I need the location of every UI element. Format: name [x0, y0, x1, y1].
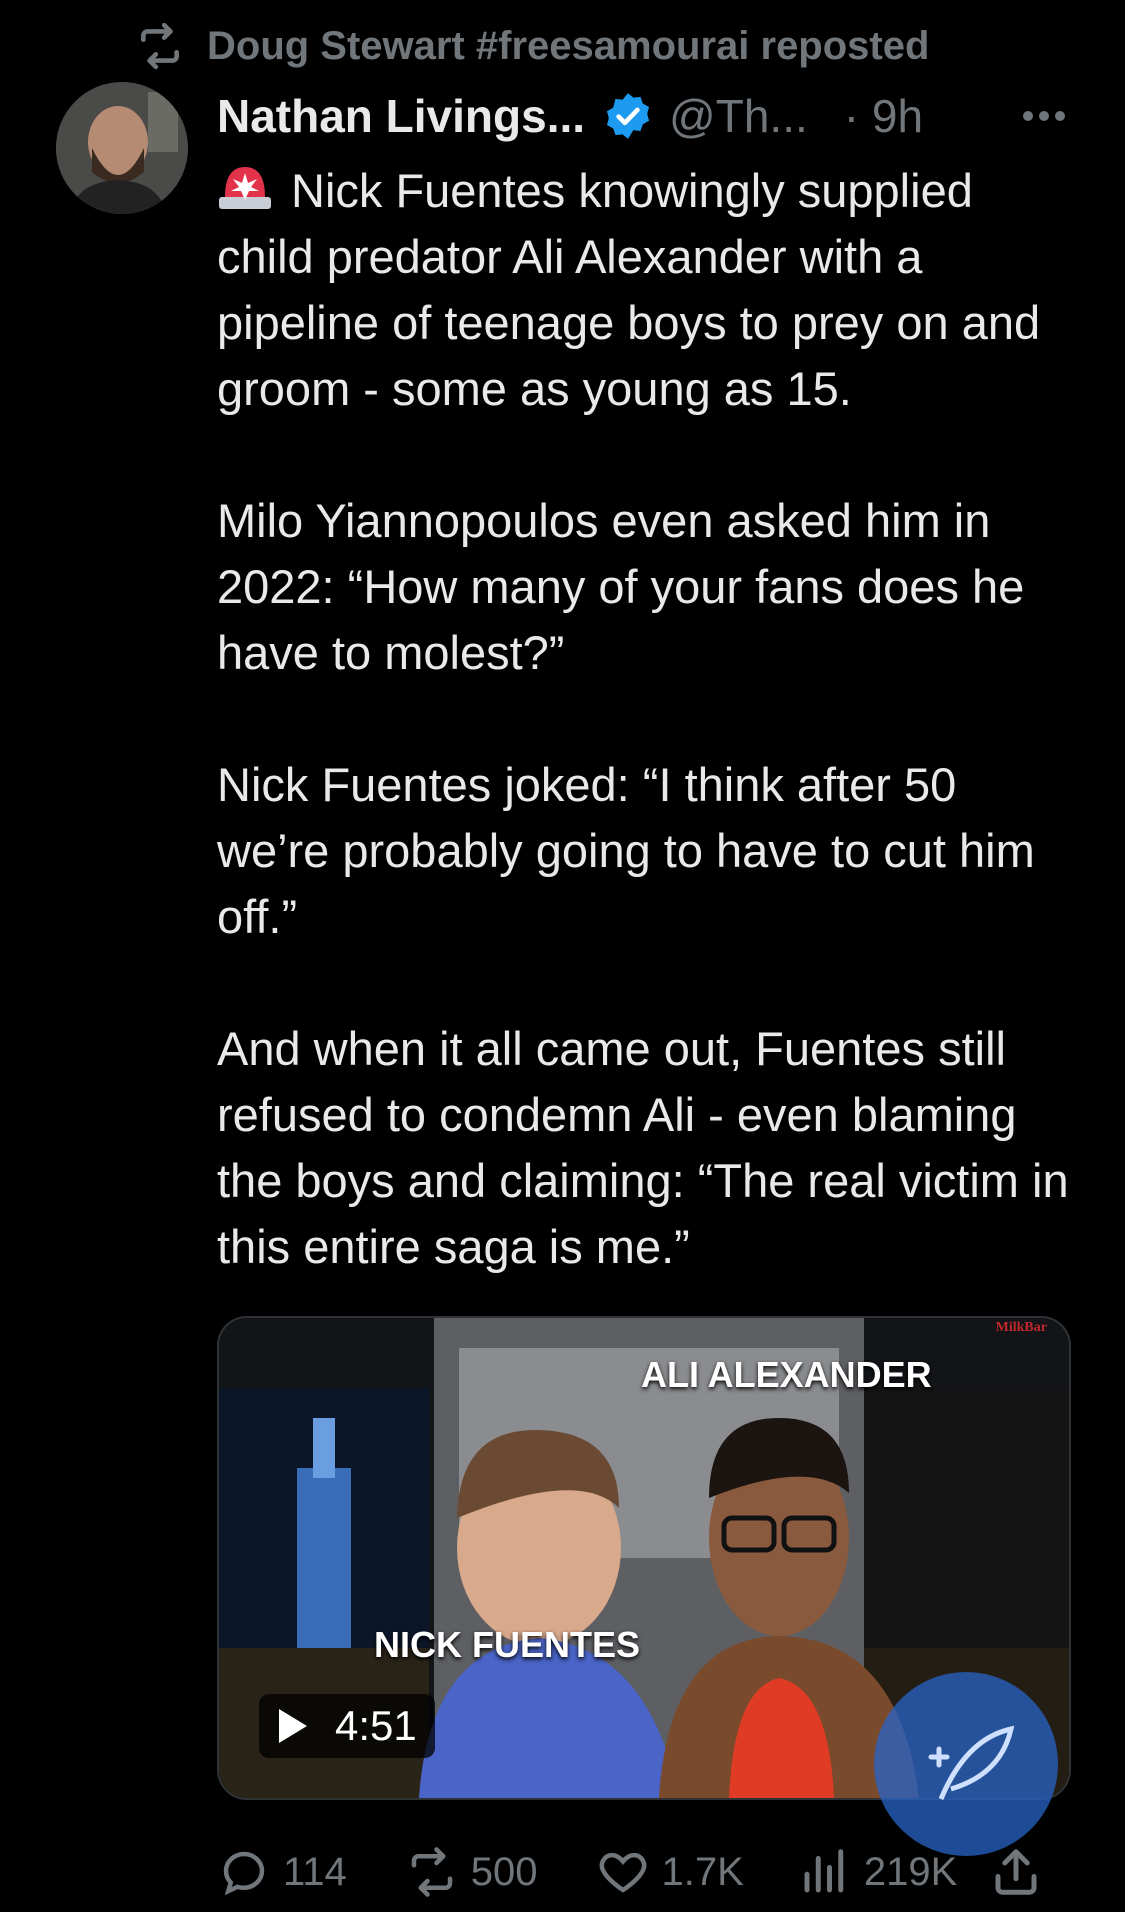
video-duration: 4:51 — [335, 1702, 417, 1749]
share-icon — [995, 1849, 1037, 1895]
views-button[interactable]: 219K — [798, 1845, 957, 1899]
view-count: 219K — [863, 1849, 958, 1894]
heart-icon — [599, 1852, 646, 1893]
repost-action-icon — [411, 1847, 453, 1897]
compose-feather-icon — [928, 1725, 1015, 1800]
like-count: 1.7K — [661, 1849, 744, 1894]
tweet-action-bar: 114 500 1.7K 219K — [217, 1842, 1067, 1902]
repost-icon — [141, 22, 179, 70]
author-handle[interactable]: @Th... — [669, 89, 808, 143]
tweet-paragraph-3: Nick Fuentes joked: “I think after 50 we… — [217, 758, 1035, 943]
reply-button[interactable]: 114 — [217, 1845, 347, 1899]
author-avatar[interactable] — [56, 82, 188, 214]
tweet-header: Nathan Livings... @Th... · 9h — [217, 88, 1065, 144]
author-name[interactable]: Nathan Livings... — [217, 89, 585, 143]
verified-badge-icon[interactable] — [603, 91, 653, 141]
play-icon — [279, 1709, 307, 1743]
like-button[interactable]: 1.7K — [596, 1845, 744, 1899]
tweet-paragraph-1-text: Nick Fuentes knowingly supplied child pr… — [217, 164, 1041, 415]
video-caption-top: ALI ALEXANDER — [641, 1354, 932, 1395]
reply-icon — [223, 1851, 265, 1896]
video-caption-bottom: NICK FUENTES — [374, 1624, 641, 1665]
reply-count: 114 — [283, 1849, 347, 1894]
analytics-icon — [804, 1849, 844, 1893]
tweet-text: Nick Fuentes knowingly supplied child pr… — [217, 158, 1077, 1346]
more-options-icon[interactable] — [1023, 88, 1065, 144]
share-button[interactable] — [989, 1845, 1043, 1899]
repost-count: 500 — [470, 1849, 538, 1894]
tweet-paragraph-2: Milo Yiannopoulos even asked him in 2022… — [217, 494, 1025, 679]
video-duration-badge[interactable]: 4:51 — [259, 1694, 435, 1758]
repost-text: Doug Stewart #freesamourai reposted — [207, 23, 930, 68]
floating-compose-button[interactable] — [874, 1672, 1058, 1856]
repost-button[interactable]: 500 — [405, 1845, 538, 1899]
video-watermark: MilkBar — [995, 1320, 1047, 1335]
tweet-paragraph-4: And when it all came out, Fuentes still … — [217, 1022, 1069, 1273]
siren-emoji-icon — [217, 163, 273, 213]
repost-context[interactable]: Doug Stewart #freesamourai reposted — [135, 18, 929, 74]
tweet-paragraph-1: Nick Fuentes knowingly supplied child pr… — [217, 158, 1077, 422]
tweet-timestamp[interactable]: · 9h — [844, 89, 923, 143]
